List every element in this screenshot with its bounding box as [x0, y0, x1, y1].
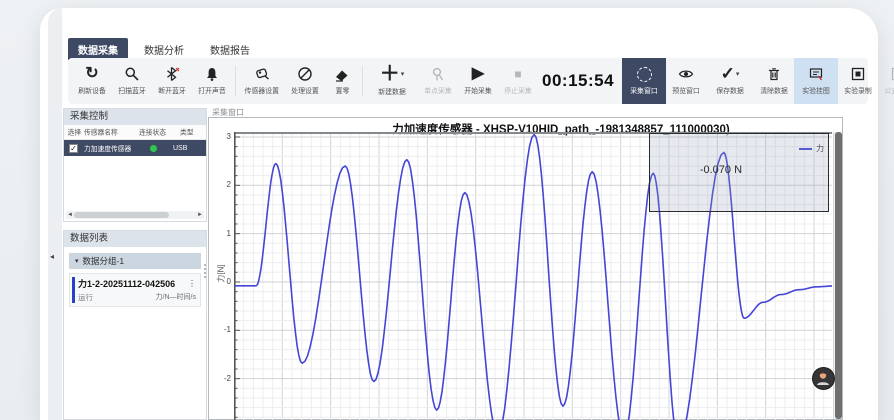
y-tick-label: 0 — [209, 277, 231, 286]
toolbar-divider — [235, 66, 236, 96]
assistant-avatar-button[interactable] — [812, 367, 835, 390]
refresh-device-button[interactable]: ↻ 刷新设备 — [72, 58, 112, 104]
sensor-name: 力加速度传感器 — [84, 143, 131, 153]
new-data-button[interactable]: ＋▾ 新建数据 — [366, 58, 418, 104]
bell-icon — [204, 66, 220, 82]
scroll-right-icon[interactable]: ► — [196, 212, 204, 218]
sensor-table-header: 选择 传感器名称 连接状态 类型 — [64, 125, 206, 140]
panel-splitter[interactable] — [203, 264, 207, 286]
sensor-checkbox[interactable]: ✓ — [69, 144, 78, 153]
search-icon — [124, 66, 140, 82]
calc-icon — [890, 66, 894, 82]
experiment-record-button[interactable]: 实验录制 — [838, 58, 878, 104]
sound-on-button[interactable]: 打开声音 — [192, 58, 232, 104]
scan-bluetooth-button[interactable]: 扫描蓝牙 — [112, 58, 152, 104]
bluetooth-off-icon — [164, 66, 180, 82]
horizontal-scrollbar[interactable]: ◄ ► — [66, 211, 204, 219]
play-icon: ▶ — [472, 66, 484, 82]
connection-status-dot — [150, 145, 157, 152]
toolbar: ↻ 刷新设备 扫描蓝牙 断开蓝牙 打开声音 传感器设置 处理设置 置零 — [68, 58, 868, 104]
sidebar-collapse-icon[interactable]: ◂ — [50, 252, 54, 261]
app-window: ◂ 数据采集 数据分析 数据报告 ↻ 刷新设备 扫描蓝牙 断开蓝牙 打开声音 传… — [40, 8, 878, 420]
sensor-tag-icon — [254, 66, 270, 82]
data-list-panel: 数据列表 ▾ 数据分组-1 力1-2-20251112-042506 ⋮ 运行 … — [63, 230, 207, 420]
left-collapse-strip: ◂ — [48, 8, 62, 420]
data-group-row[interactable]: ▾ 数据分组-1 — [69, 253, 201, 269]
selection-box[interactable]: -0.070 N — [649, 133, 829, 212]
stop-collect-button[interactable]: ■ 停止采集 — [498, 58, 538, 104]
disconnect-bluetooth-button[interactable]: 断开蓝牙 — [152, 58, 192, 104]
y-tick-label: -2 — [209, 374, 231, 383]
hscroll-thumb[interactable] — [74, 212, 169, 218]
caret-down-icon[interactable]: ▾ — [401, 70, 405, 78]
board-icon — [808, 66, 824, 82]
preview-window-button[interactable]: 预览窗口 — [666, 58, 706, 104]
vscroll-thumb[interactable] — [835, 132, 842, 419]
scroll-left-icon[interactable]: ◄ — [66, 212, 74, 218]
data-item-axes: 力/N—时间/s — [156, 292, 196, 303]
refresh-icon: ↻ — [85, 66, 98, 82]
item-accent-bar — [72, 277, 75, 303]
collect-control-title: 采集控制 — [64, 109, 206, 125]
check-icon: ✓ — [721, 66, 735, 82]
chart-panel: 力加速度传感器 - XHSP-V10HID_path_-1981348857_1… — [208, 117, 843, 420]
group-collapse-icon[interactable]: ▾ — [75, 257, 79, 265]
caret-down-icon[interactable]: ▾ — [736, 70, 740, 78]
clear-data-button[interactable]: 清除数据 — [754, 58, 794, 104]
record-icon — [850, 66, 866, 82]
sensor-table-row[interactable]: ✓ 力加速度传感器 USB — [64, 140, 206, 156]
data-item-status: 运行 — [78, 292, 93, 303]
reading-annotation: -0.070 N — [700, 164, 742, 176]
plus-icon: ＋ — [380, 65, 400, 83]
zero-button[interactable]: 置零 — [325, 58, 359, 104]
experiment-chart-button[interactable]: 实验挂图 — [794, 58, 838, 104]
data-item-title: 力1-2-20251112-042506 — [78, 277, 175, 290]
collect-timer: 00:15:54 — [542, 71, 614, 91]
formula-calc-button[interactable]: 公式计算 — [878, 58, 894, 104]
y-tick-label: 1 — [209, 229, 231, 238]
eraser-icon — [334, 66, 350, 82]
y-tick-label: -1 — [209, 325, 231, 334]
plot-area[interactable]: 力 -0.070 N — [234, 132, 832, 420]
eye-icon — [678, 66, 694, 82]
data-list-item[interactable]: 力1-2-20251112-042506 ⋮ 运行 力/N—时间/s — [69, 273, 201, 307]
gauge-icon — [297, 66, 313, 82]
sensor-settings-button[interactable]: 传感器设置 — [239, 58, 285, 104]
single-point-button[interactable]: 单点采集 — [418, 58, 458, 104]
toolbar-divider — [362, 66, 363, 96]
point-icon — [430, 66, 446, 82]
process-settings-button[interactable]: 处理设置 — [285, 58, 325, 104]
y-tick-label: 3 — [209, 132, 231, 141]
trash-icon — [766, 66, 782, 82]
person-avatar-icon — [813, 368, 833, 388]
save-data-button[interactable]: ✓▾ 保存数据 — [706, 58, 754, 104]
data-list-title: 数据列表 — [64, 231, 206, 247]
sensor-type: USB — [173, 145, 187, 152]
dashed-circle-icon — [637, 67, 652, 82]
kebab-menu-icon[interactable]: ⋮ — [188, 279, 196, 288]
start-collect-button[interactable]: ▶ 开始采集 — [458, 58, 498, 104]
collect-window-button[interactable]: 采集窗口 — [622, 58, 666, 104]
collect-control-panel: 采集控制 选择 传感器名称 连接状态 类型 ✓ 力加速度传感器 USB ◄ ► — [63, 108, 207, 222]
y-tick-label: 2 — [209, 180, 231, 189]
stop-icon: ■ — [514, 66, 521, 82]
